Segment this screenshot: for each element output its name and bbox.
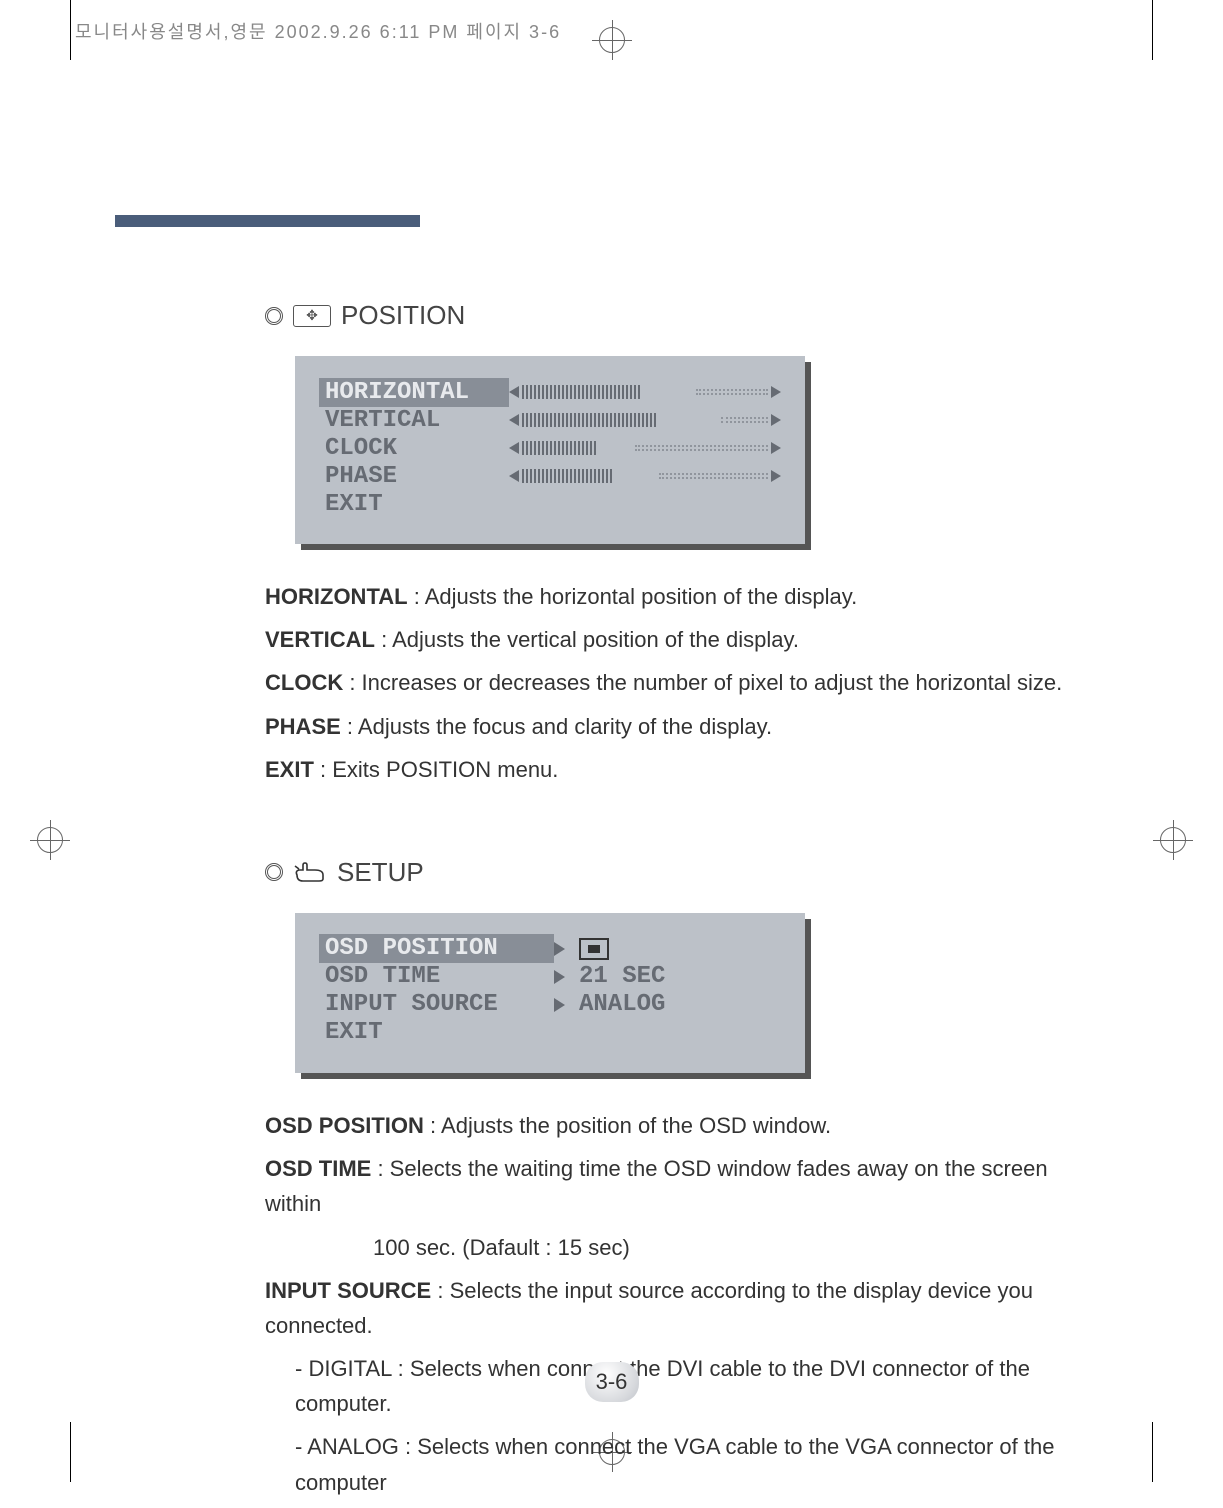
arrow-right-icon	[554, 998, 565, 1012]
registration-mark-right	[1153, 820, 1193, 860]
arrow-left-icon	[509, 414, 519, 426]
osd-row-exit[interactable]: EXIT	[319, 490, 781, 518]
desc-line: VERTICAL : Adjusts the vertical position…	[265, 622, 1095, 657]
setup-title: SETUP	[337, 857, 424, 888]
osd-label: OSD POSITION	[319, 934, 554, 963]
registration-mark-top	[592, 20, 632, 60]
osd-value: 21 SEC	[579, 963, 665, 990]
desc-sub-line: - ANALOG : Selects when connect the VGA …	[265, 1429, 1095, 1499]
osd-row-vertical[interactable]: VERTICAL	[319, 406, 781, 434]
setup-descriptions: OSD POSITION : Adjusts the position of t…	[265, 1108, 1095, 1500]
desc-line: OSD POSITION : Adjusts the position of t…	[265, 1108, 1095, 1143]
slider[interactable]	[509, 441, 781, 455]
position-title: POSITION	[341, 300, 465, 331]
osd-label: INPUT SOURCE	[319, 990, 554, 1019]
bullet-ring-icon	[265, 863, 283, 881]
desc-sub-line: - DIGITAL : Selects when connect the DVI…	[265, 1351, 1095, 1421]
slider[interactable]	[509, 469, 781, 483]
crop-mark	[70, 0, 71, 60]
osd-label: PHASE	[319, 462, 509, 491]
bullet-ring-icon	[265, 307, 283, 325]
move-icon: ✥	[293, 305, 331, 327]
desc-line: EXIT : Exits POSITION menu.	[265, 752, 1095, 787]
setup-section-header: SETUP	[265, 857, 1095, 888]
desc-line: CLOCK : Increases or decreases the numbe…	[265, 665, 1095, 700]
print-header: 모니터사용설명서,영문 2002.9.26 6:11 PM 페이지 3-6	[75, 18, 561, 44]
arrow-left-icon	[509, 442, 519, 454]
slider[interactable]	[509, 413, 781, 427]
page-content: ✥ POSITION HORIZONTAL VERTICAL CLOCK	[265, 300, 1095, 1508]
registration-mark-left	[30, 820, 70, 860]
position-osd-panel: HORIZONTAL VERTICAL CLOCK PHA	[295, 356, 805, 544]
osd-row-osd-time[interactable]: OSD TIME 21 SEC	[319, 963, 781, 991]
osd-row-phase[interactable]: PHASE	[319, 462, 781, 490]
desc-line: HORIZONTAL : Adjusts the horizontal posi…	[265, 579, 1095, 614]
osd-row-horizontal[interactable]: HORIZONTAL	[319, 378, 781, 406]
osd-row-input-source[interactable]: INPUT SOURCE ANALOG	[319, 991, 781, 1019]
position-section-header: ✥ POSITION	[265, 300, 1095, 331]
osd-row-clock[interactable]: CLOCK	[319, 434, 781, 462]
arrow-right-icon	[554, 942, 565, 956]
hand-icon	[293, 861, 327, 883]
desc-line: OSD TIME : Selects the waiting time the …	[265, 1151, 1095, 1221]
osd-value: ANALOG	[579, 991, 665, 1018]
arrow-right-icon	[554, 970, 565, 984]
osd-label: EXIT	[319, 1018, 554, 1047]
arrow-left-icon	[509, 470, 519, 482]
setup-osd-panel: OSD POSITION OSD TIME 21 SEC INPUT SOURC…	[295, 913, 805, 1073]
osd-row-exit[interactable]: EXIT	[319, 1019, 781, 1047]
decorative-bar	[115, 215, 420, 227]
desc-line: INPUT SOURCE : Selects the input source …	[265, 1273, 1095, 1343]
position-descriptions: HORIZONTAL : Adjusts the horizontal posi…	[265, 579, 1095, 787]
screen-position-icon	[579, 938, 609, 960]
arrow-right-icon	[771, 386, 781, 398]
osd-label: OSD TIME	[319, 962, 554, 991]
desc-line: PHASE : Adjusts the focus and clarity of…	[265, 709, 1095, 744]
osd-label: EXIT	[319, 490, 509, 519]
osd-label: HORIZONTAL	[319, 378, 509, 407]
arrow-right-icon	[771, 470, 781, 482]
crop-mark	[1152, 0, 1153, 60]
page-number: 3-6	[585, 1362, 639, 1402]
crop-mark	[70, 1422, 71, 1482]
arrow-right-icon	[771, 442, 781, 454]
slider[interactable]	[509, 385, 781, 399]
osd-label: VERTICAL	[319, 406, 509, 435]
desc-line-cont: 100 sec. (Dafault : 15 sec)	[265, 1230, 1095, 1265]
arrow-right-icon	[771, 414, 781, 426]
crop-mark	[1152, 1422, 1153, 1482]
osd-row-osd-position[interactable]: OSD POSITION	[319, 935, 781, 963]
arrow-left-icon	[509, 386, 519, 398]
osd-label: CLOCK	[319, 434, 509, 463]
